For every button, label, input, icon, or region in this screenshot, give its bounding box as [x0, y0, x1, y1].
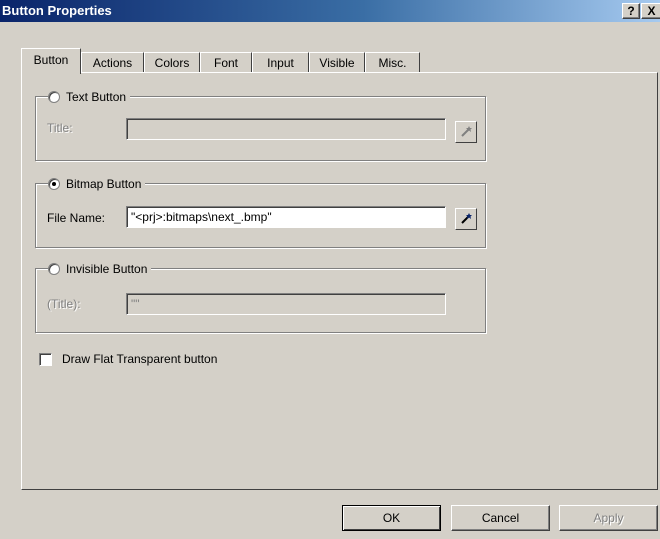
invisible-title-input[interactable]	[126, 293, 446, 315]
help-icon[interactable]: ?	[622, 3, 640, 19]
title-label: Title:	[47, 121, 73, 135]
invisible-title-label: (Title):	[47, 297, 81, 311]
bitmap-button-label[interactable]: Bitmap Button	[66, 177, 141, 191]
file-name-browse-button[interactable]	[455, 208, 477, 230]
cancel-button[interactable]: Cancel	[451, 505, 550, 531]
bitmap-button-legend: Bitmap Button	[48, 175, 146, 193]
tab-misc[interactable]: Misc.	[365, 52, 420, 72]
tab-button[interactable]: Button	[21, 48, 81, 74]
text-button-group: Text Button Title:	[35, 88, 486, 161]
draw-flat-row: Draw Flat Transparent button	[39, 352, 217, 366]
tab-visible[interactable]: Visible	[309, 52, 365, 72]
invisible-button-label[interactable]: Invisible Button	[66, 262, 147, 276]
ok-button[interactable]: OK	[342, 505, 441, 531]
tab-colors[interactable]: Colors	[144, 52, 200, 72]
window-title: Button Properties	[2, 3, 112, 18]
invisible-button-radio[interactable]	[48, 263, 60, 275]
title-bar: Button Properties ? X	[0, 0, 660, 22]
text-button-radio[interactable]	[48, 91, 60, 103]
wand-icon	[461, 126, 472, 137]
file-name-label: File Name:	[47, 211, 106, 225]
draw-flat-label[interactable]: Draw Flat Transparent button	[62, 352, 217, 366]
apply-button[interactable]: Apply	[559, 505, 658, 531]
tab-input[interactable]: Input	[252, 52, 309, 72]
text-button-legend: Text Button	[48, 88, 131, 106]
tab-actions[interactable]: Actions	[81, 52, 144, 72]
title-browse-button[interactable]	[455, 121, 477, 143]
wand-icon	[461, 213, 472, 224]
close-icon[interactable]: X	[641, 3, 660, 19]
invisible-button-group: Invisible Button (Title):	[35, 260, 486, 333]
invisible-button-legend: Invisible Button	[48, 260, 152, 278]
text-button-label[interactable]: Text Button	[66, 90, 126, 104]
file-name-input[interactable]	[126, 206, 446, 228]
bitmap-button-radio[interactable]	[48, 178, 60, 190]
bitmap-button-group: Bitmap Button File Name:	[35, 175, 486, 248]
tab-font[interactable]: Font	[200, 52, 252, 72]
title-input[interactable]	[126, 118, 446, 140]
draw-flat-checkbox[interactable]	[39, 352, 52, 366]
